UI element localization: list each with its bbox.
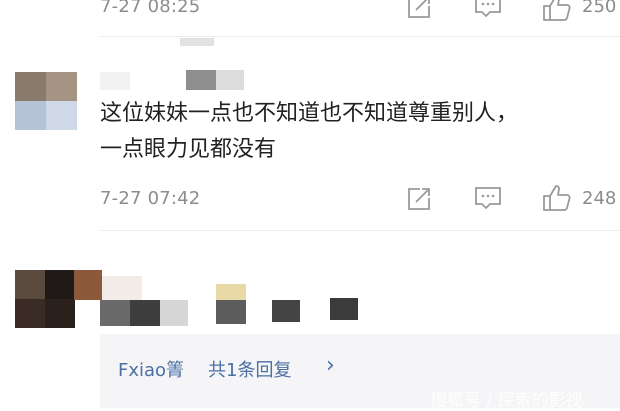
username-blurred[interactable] bbox=[74, 266, 374, 332]
username-blurred[interactable] bbox=[100, 70, 260, 92]
avatar[interactable] bbox=[15, 72, 77, 130]
comment-text-line: 一点眼力见都没有 bbox=[100, 137, 277, 162]
like-icon[interactable] bbox=[542, 184, 572, 212]
comment-icon[interactable] bbox=[474, 186, 502, 212]
watermark-text: 搜狐号 / 探索的影视 bbox=[430, 391, 583, 411]
share-icon[interactable] bbox=[406, 186, 432, 212]
reply-author[interactable]: Fxiao箐 bbox=[118, 356, 184, 382]
divider bbox=[100, 230, 620, 231]
like-count: 248 bbox=[582, 188, 617, 209]
reply-count-label[interactable]: 共1条回复 bbox=[208, 356, 291, 382]
divider bbox=[100, 36, 620, 37]
comment-time: 7-27 07:42 bbox=[100, 188, 201, 209]
blurred-pixel bbox=[180, 38, 214, 46]
like-count: 250 bbox=[582, 0, 617, 17]
comment-text: 这位妹妹一点也不知道也不知道尊重别人， 一点眼力见都没有 bbox=[100, 96, 620, 168]
comment-text-line: 这位妹妹一点也不知道也不知道尊重别人， bbox=[100, 101, 519, 126]
comment-icon[interactable] bbox=[474, 0, 502, 20]
comment-time: 7-27 08:25 bbox=[100, 0, 201, 17]
avatar[interactable] bbox=[15, 270, 75, 328]
like-icon[interactable] bbox=[542, 0, 572, 22]
share-icon[interactable] bbox=[406, 0, 432, 20]
chevron-right-icon[interactable]: › bbox=[326, 353, 335, 378]
